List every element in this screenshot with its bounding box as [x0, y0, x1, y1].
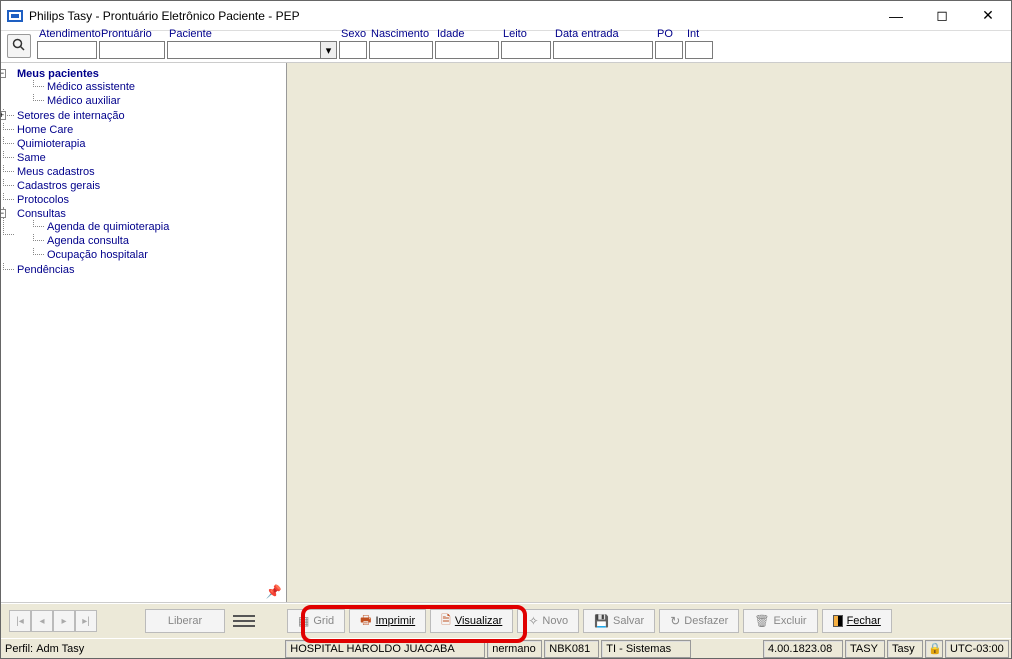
novo-button[interactable]: ✧Novo: [517, 609, 579, 633]
status-nbk: NBK081: [544, 640, 599, 658]
paciente-dropdown-button[interactable]: ▾: [320, 42, 336, 58]
delete-icon: 🗑: [754, 614, 769, 628]
nav-prev-button[interactable]: ◂: [31, 610, 53, 632]
save-icon: 💾: [594, 614, 609, 628]
visualizar-button[interactable]: 🗎Visualizar: [430, 609, 513, 633]
print-icon: 🖶: [360, 611, 371, 632]
label-po: PO: [655, 27, 683, 41]
tree-item-protocolos[interactable]: Protocolos: [17, 194, 69, 206]
input-paciente[interactable]: [167, 41, 337, 59]
status-timezone: UTC-03:00: [945, 640, 1009, 658]
preview-icon: 🗎: [441, 611, 451, 632]
main-split: − Meus pacientes Médico assistente Médic…: [1, 63, 1011, 603]
minimize-button[interactable]: ―: [873, 1, 919, 30]
label-int: Int: [685, 27, 713, 41]
maximize-button[interactable]: ◻: [919, 1, 965, 30]
search-icon: [12, 38, 26, 55]
undo-icon: ↻: [670, 614, 680, 628]
content-pane: [287, 63, 1011, 602]
status-lock[interactable]: 🔒: [925, 640, 943, 658]
grid-button[interactable]: ▦Grid: [287, 609, 345, 633]
status-hospital: HOSPITAL HAROLDO JUACABA: [285, 640, 485, 658]
search-button[interactable]: [7, 34, 31, 58]
pin-icon[interactable]: 📌: [266, 584, 282, 600]
close-window-button[interactable]: ✕: [965, 1, 1011, 30]
tree-item-same[interactable]: Same: [17, 152, 46, 164]
excluir-button[interactable]: 🗑Excluir: [743, 609, 817, 633]
tree-toggle-consultas[interactable]: −: [1, 209, 6, 218]
nav-next-button[interactable]: ▸: [53, 610, 75, 632]
tree-item-homecare[interactable]: Home Care: [17, 124, 73, 136]
input-atendimento[interactable]: [37, 41, 97, 59]
navigation-tree: − Meus pacientes Médico assistente Médic…: [3, 67, 284, 277]
imprimir-button[interactable]: 🖶Imprimir: [349, 609, 426, 633]
tree-item-meus-pacientes[interactable]: Meus pacientes: [17, 68, 99, 80]
label-data-entrada: Data entrada: [553, 27, 653, 41]
status-ti: TI - Sistemas: [601, 640, 691, 658]
window-title: Philips Tasy - Prontuário Eletrônico Pac…: [29, 9, 873, 23]
input-prontuario[interactable]: [99, 41, 165, 59]
label-prontuario: Prontuário: [99, 27, 165, 41]
tree-item-agenda-consulta[interactable]: Agenda consulta: [47, 235, 129, 247]
nav-last-button[interactable]: ▸|: [75, 610, 97, 632]
tree-item-medico-assistente[interactable]: Médico assistente: [47, 81, 135, 93]
label-sexo: Sexo: [339, 27, 367, 41]
grid-icon: ▦: [298, 614, 309, 628]
label-leito: Leito: [501, 27, 551, 41]
tree-item-medico-auxiliar[interactable]: Médico auxiliar: [47, 95, 120, 107]
tree-item-pendencias[interactable]: Pendências: [17, 264, 75, 276]
tree-item-agenda-quimio[interactable]: Agenda de quimioterapia: [47, 221, 169, 233]
lock-icon: 🔒: [928, 642, 942, 655]
input-idade[interactable]: [435, 41, 499, 59]
input-nascimento[interactable]: [369, 41, 433, 59]
bottom-toolbar: |◂ ◂ ▸ ▸| Liberar ▦Grid 🖶Imprimir 🗎Visua…: [1, 603, 1011, 638]
input-po[interactable]: [655, 41, 683, 59]
menu-button[interactable]: [229, 611, 259, 631]
tree-item-quimioterapia[interactable]: Quimioterapia: [17, 138, 85, 150]
status-tasy: TASY: [845, 640, 885, 658]
exit-icon: [833, 615, 843, 627]
navigation-tree-pane: − Meus pacientes Médico assistente Médic…: [1, 63, 287, 602]
liberar-button[interactable]: Liberar: [145, 609, 225, 633]
input-leito[interactable]: [501, 41, 551, 59]
input-data-entrada[interactable]: [553, 41, 653, 59]
nav-first-button[interactable]: |◂: [9, 610, 31, 632]
chevron-down-icon: ▾: [326, 44, 332, 57]
app-window: Philips Tasy - Prontuário Eletrônico Pac…: [0, 0, 1012, 659]
desfazer-button[interactable]: ↻Desfazer: [659, 609, 739, 633]
input-int[interactable]: [685, 41, 713, 59]
label-idade: Idade: [435, 27, 499, 41]
tree-item-ocupacao-hospitalar[interactable]: Ocupação hospitalar: [47, 249, 148, 261]
status-extra1: nermano: [487, 640, 542, 658]
fechar-button[interactable]: Fechar: [822, 609, 892, 633]
tree-toggle-meus-pacientes[interactable]: −: [1, 69, 6, 78]
status-bar: Perfil: Adm Tasy HOSPITAL HAROLDO JUACAB…: [1, 638, 1011, 658]
status-perfil: Perfil: Adm Tasy: [1, 640, 88, 658]
record-nav-group: |◂ ◂ ▸ ▸|: [9, 610, 97, 632]
status-version: 4.00.1823.08: [763, 640, 843, 658]
status-tasy2: Tasy: [887, 640, 923, 658]
tree-item-consultas[interactable]: Consultas: [17, 208, 66, 220]
app-icon: [7, 10, 23, 22]
tree-item-setores[interactable]: Setores de internação: [17, 110, 125, 122]
tree-toggle-setores[interactable]: +: [1, 111, 6, 120]
salvar-button[interactable]: 💾Salvar: [583, 609, 655, 633]
search-fields-row: Atendimento Prontuário Paciente ▾ Sexo N…: [1, 31, 1011, 63]
label-paciente: Paciente: [167, 27, 337, 41]
label-nascimento: Nascimento: [369, 27, 433, 41]
label-atendimento: Atendimento: [37, 27, 97, 41]
tree-item-cadastros-gerais[interactable]: Cadastros gerais: [17, 180, 100, 192]
new-icon: ✧: [528, 614, 538, 628]
input-sexo[interactable]: [339, 41, 367, 59]
tree-item-meus-cadastros[interactable]: Meus cadastros: [17, 166, 95, 178]
